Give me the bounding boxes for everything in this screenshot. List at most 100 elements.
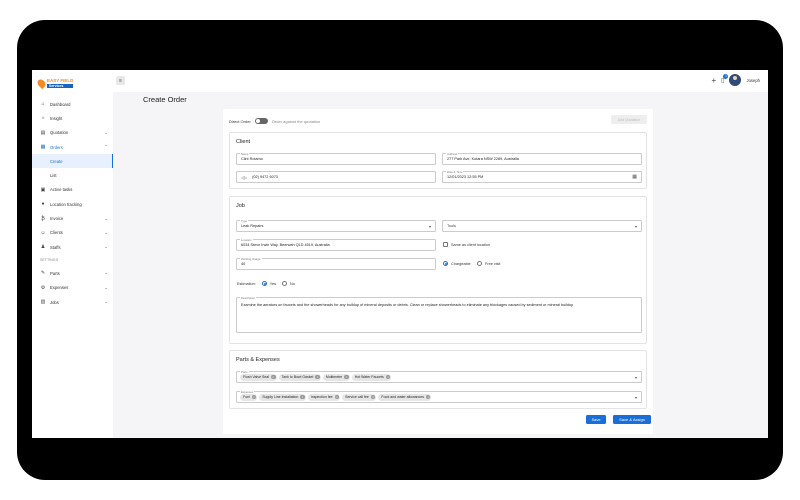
hamburger-icon: ≡ [119, 77, 122, 84]
job-type-select[interactable]: Type Leak Repairs ▾ [236, 219, 436, 232]
order-type-toggle[interactable] [254, 118, 268, 124]
sidebar-item-jobs[interactable]: ▥ Jobs ⌄ [32, 295, 113, 309]
dropdown-arrow-icon: ▾ [428, 223, 431, 229]
datetime-field[interactable]: Date & Time 12/01/2023 12:55 PM ▦ [442, 170, 642, 183]
staff-icon: ♟ [40, 244, 46, 251]
remove-chip-icon[interactable]: × [425, 394, 431, 400]
chargeable-radio[interactable]: Chargeable [443, 261, 471, 266]
logo[interactable]: EASY FIELD Services [35, 76, 88, 90]
chevron-down-icon: ⌄ [104, 244, 108, 250]
estimation-no-radio[interactable] [281, 281, 287, 286]
expense-chip[interactable]: Inspection fee × [307, 393, 341, 401]
part-chip[interactable]: Tank to Bowl Gasket × [278, 373, 321, 381]
dropdown-arrow-icon: ▾ [634, 223, 637, 229]
page-title: Create Order [143, 95, 187, 104]
part-chip[interactable]: Flush Valve Seal × [240, 373, 277, 381]
remove-chip-icon[interactable]: × [251, 394, 257, 400]
remove-chip-icon[interactable]: × [344, 374, 349, 380]
logo-text: EASY FIELD [47, 77, 74, 83]
estimation-label: Estimation: [237, 281, 256, 286]
description-textarea[interactable]: Description Examine the aerators on fauc… [236, 296, 642, 333]
direct-order-row: Direct Order Order against the quotation [229, 118, 320, 124]
add-icon[interactable]: + [712, 76, 717, 85]
create-order-card: Direct Order Order against the quotation… [223, 109, 653, 434]
phone-icon: ◁▷ [241, 174, 248, 180]
sidebar-item-parts[interactable]: ✎ Parts ⌄ [32, 266, 113, 280]
sidebar-item-list[interactable]: List [32, 168, 113, 182]
client-name-field[interactable]: Name Clint Rolamo [236, 152, 436, 165]
sidebar-item-dashboard[interactable]: ⌂ Dashboard [32, 97, 113, 111]
sidebar-item-active-tasks[interactable]: ▣ Active tasks [32, 183, 113, 197]
dropdown-arrow-icon: ▾ [634, 374, 637, 380]
add-quotation-button[interactable]: Add Quotation [611, 115, 647, 124]
estimation-group: Estimation: Yes No [237, 281, 295, 286]
sidebar-item-insight[interactable]: ☼ Insight [32, 111, 113, 125]
remove-chip-icon[interactable]: × [385, 374, 391, 380]
tools-select[interactable]: Tools ▾ [442, 220, 642, 232]
checkbox[interactable] [443, 242, 448, 247]
expense-chip[interactable]: Fuel × [240, 393, 258, 401]
sidebar-item-orders[interactable]: ▦ Orders ⌃ [32, 140, 113, 154]
expenses-select[interactable]: Expenses Fuel × Supply Line Installation ×… [236, 390, 642, 403]
chevron-up-icon: ⌃ [104, 144, 108, 150]
jobs-icon: ▥ [40, 299, 46, 305]
job-location-field[interactable]: Location 6034 Steve Irwin Way, Beerwah Q… [236, 238, 436, 251]
radio[interactable] [477, 261, 482, 266]
menu-toggle-button[interactable]: ≡ [116, 76, 125, 85]
user-name[interactable]: Joseph [746, 78, 760, 83]
notification-button[interactable]: ▯ 1 [721, 73, 729, 84]
chevron-down-icon: ⌄ [104, 129, 108, 135]
working-charge-field[interactable]: Working charge 40 [236, 257, 436, 270]
client-address-field[interactable]: Address 277 Park Ave, Kotara NSW 2289, A… [442, 152, 642, 165]
expense-chip[interactable]: Food and water allowances × [378, 393, 432, 401]
sidebar-item-expenses[interactable]: ⚙ Expenses ⌄ [32, 281, 113, 295]
same-as-client-checkbox[interactable]: Same as client location [443, 242, 490, 247]
calendar-icon[interactable]: ▦ [632, 174, 637, 180]
avatar[interactable] [729, 74, 742, 86]
sidebar-item-clients[interactable]: ☺ Clients ⌄ [32, 226, 113, 240]
parts-expenses-section: Parts & Expenses Parts Flush Valve Seal ×… [229, 350, 647, 409]
remove-chip-icon[interactable]: × [315, 374, 320, 380]
expense-chip[interactable]: Service call fee × [342, 393, 377, 401]
save-assign-button[interactable]: Save & Assign [613, 415, 651, 424]
chevron-down-icon: ⌄ [104, 299, 108, 304]
part-chip[interactable]: Multimeter × [322, 373, 350, 381]
sidebar-item-create[interactable]: Create [32, 154, 113, 169]
topbar: ≡ + ▯ 1 Joseph [113, 70, 768, 92]
job-section-title: Job [236, 203, 245, 209]
expense-chip[interactable]: Supply Line Installation × [259, 393, 306, 401]
logo-pin-icon [35, 77, 48, 89]
chevron-down-icon: ⌄ [104, 270, 108, 276]
part-chip[interactable]: Hot Water Faucets × [351, 373, 392, 381]
free-visit-radio[interactable]: Free visit [477, 261, 500, 266]
sidebar-item-staffs[interactable]: ♟ Staffs ⌄ [32, 240, 113, 254]
toggle-label: Order against the quotation [271, 118, 321, 124]
remove-chip-icon[interactable]: × [271, 374, 276, 380]
home-icon: ⌂ [41, 101, 45, 108]
chevron-down-icon: ⌄ [104, 215, 108, 221]
client-phone-field[interactable]: ◁▷ (02) 9472 6073 [236, 171, 436, 183]
remove-chip-icon[interactable]: × [334, 394, 340, 400]
notification-badge: 1 [723, 73, 729, 79]
sidebar-item-location-tracking[interactable]: ● Location tracking [32, 197, 113, 211]
chevron-down-icon: ⌄ [104, 284, 108, 290]
sidebar-item-invoice[interactable]: ₿ Invoice ⌄ [32, 211, 113, 225]
sidebar-item-quotation[interactable]: ▤ Quotation ⌄ [32, 126, 113, 140]
client-section: Client Name Clint Rolamo Address 277 Par… [229, 132, 647, 189]
logo-subtext: Services [47, 83, 74, 88]
radio-selected[interactable] [443, 261, 448, 266]
calendar-icon: ▦ [40, 144, 46, 151]
sidebar-nav: ⌂ Dashboard ☼ Insight ▤ Quotation ⌄ ▦ Orders ⌃… [32, 97, 113, 309]
location-pin-icon: ● [41, 201, 45, 208]
chevron-down-icon: ⌄ [104, 229, 108, 235]
remove-chip-icon[interactable]: × [370, 394, 376, 400]
sidebar: EASY FIELD Services ⌂ Dashboard ☼ Insight … [32, 70, 113, 438]
parts-select[interactable]: Parts Flush Valve Seal × Tank to Bowl Gas… [236, 370, 642, 383]
expenses-icon: ⚙ [40, 284, 46, 291]
topbar-actions: + ▯ 1 Joseph [712, 73, 760, 86]
tasks-icon: ▣ [40, 186, 46, 193]
settings-section-label: SETTINGS [40, 258, 58, 263]
estimation-yes-radio[interactable] [261, 281, 267, 286]
remove-chip-icon[interactable]: × [300, 394, 305, 400]
save-button[interactable]: Save [586, 415, 606, 424]
